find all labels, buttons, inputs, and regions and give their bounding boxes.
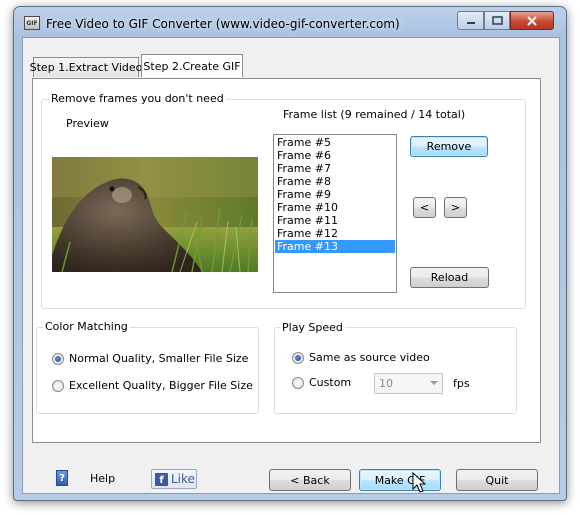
list-item[interactable]: Frame #5 — [275, 136, 395, 149]
close-button[interactable] — [510, 11, 554, 30]
tab-panel: Remove frames you don't need Preview Fra… — [32, 78, 541, 443]
maximize-button[interactable] — [484, 11, 510, 30]
remove-button[interactable]: Remove — [410, 136, 488, 157]
custom-fps-select[interactable]: 10 — [374, 373, 443, 394]
radio-label: Excellent Quality, Bigger File Size — [69, 379, 253, 392]
radio-checked-icon[interactable] — [292, 351, 304, 364]
normal-quality-radio[interactable]: Normal Quality, Smaller File Size — [52, 352, 248, 365]
radio-label: Custom — [309, 376, 352, 389]
radio-label: Normal Quality, Smaller File Size — [69, 352, 249, 365]
make-gif-button[interactable]: Make GIF — [359, 469, 441, 491]
frame-list[interactable]: Frame #5 Frame #6 Frame #7 Frame #8 Fram… — [273, 134, 397, 293]
list-item[interactable]: Frame #9 — [275, 188, 395, 201]
preview-label: Preview — [66, 117, 109, 130]
reload-button[interactable]: Reload — [410, 267, 489, 288]
list-item[interactable]: Frame #7 — [275, 162, 395, 175]
minimize-icon — [466, 21, 475, 24]
play-speed-legend: Play Speed — [280, 321, 345, 334]
frame-list-label: Frame list (9 remained / 14 total) — [283, 108, 466, 121]
client-area: Step 1.Extract Video Step 2.Create GIF R… — [22, 37, 560, 494]
frames-group-legend: Remove frames you don't need — [49, 92, 226, 105]
help-label[interactable]: Help — [90, 472, 115, 485]
radio-checked-icon[interactable] — [52, 352, 64, 365]
previous-frame-button[interactable]: < — [413, 197, 436, 218]
tab-label: Step 1.Extract Video — [29, 61, 143, 74]
frame-preview-image — [52, 157, 258, 272]
radio-unchecked-icon[interactable] — [292, 376, 304, 389]
color-matching-group — [36, 327, 259, 414]
list-item[interactable]: Frame #12 — [275, 227, 395, 240]
custom-speed-radio[interactable]: Custom — [292, 376, 351, 389]
tab-label: Step 2.Create GIF — [143, 59, 241, 73]
excellent-quality-radio[interactable]: Excellent Quality, Bigger File Size — [52, 379, 253, 392]
list-item[interactable]: Frame #10 — [275, 201, 395, 214]
app-gif-icon[interactable]: GIF — [24, 16, 40, 30]
list-item-selected[interactable]: Frame #13 — [275, 240, 395, 253]
tab-create-gif[interactable]: Step 2.Create GIF — [141, 54, 243, 77]
play-speed-group — [274, 327, 517, 414]
back-button[interactable]: < Back — [269, 469, 351, 491]
list-item[interactable]: Frame #8 — [275, 175, 395, 188]
app-window: GIF Free Video to GIF Converter (www.vid… — [13, 6, 567, 501]
list-item[interactable]: Frame #11 — [275, 214, 395, 227]
mouse-cursor-icon — [412, 472, 426, 493]
color-matching-legend: Color Matching — [43, 320, 130, 333]
help-icon[interactable]: ? — [56, 470, 68, 486]
next-frame-button[interactable]: > — [444, 197, 467, 218]
title-bar[interactable]: GIF Free Video to GIF Converter (www.vid… — [14, 7, 566, 37]
custom-fps-value: 10 — [379, 377, 393, 390]
list-item[interactable]: Frame #6 — [275, 149, 395, 162]
radio-label: Same as source video — [309, 351, 430, 364]
marmot-image — [52, 157, 258, 272]
chevron-down-icon — [430, 381, 438, 385]
radio-unchecked-icon[interactable] — [52, 379, 64, 392]
close-icon — [527, 15, 537, 26]
tab-extract-video[interactable]: Step 1.Extract Video — [30, 57, 142, 77]
facebook-like-button[interactable]: f Like — [151, 469, 197, 489]
minimize-button[interactable] — [457, 11, 484, 30]
same-as-source-radio[interactable]: Same as source video — [292, 351, 430, 364]
quit-button[interactable]: Quit — [456, 469, 538, 491]
maximize-icon — [491, 16, 503, 25]
like-label: Like — [171, 472, 195, 486]
facebook-icon: f — [155, 472, 168, 486]
fps-unit-label: fps — [453, 377, 470, 390]
window-title: Free Video to GIF Converter (www.video-g… — [46, 17, 400, 31]
